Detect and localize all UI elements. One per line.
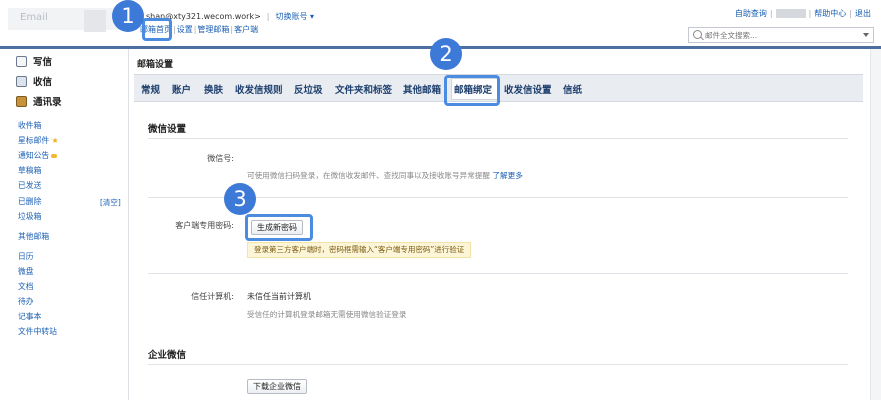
client-link[interactable]: 客户端	[234, 25, 258, 34]
clear-deleted-link[interactable]: [清空]	[100, 197, 121, 208]
tab-general[interactable]: 常规	[141, 82, 160, 96]
user-name-redacted	[775, 9, 806, 18]
tab-send-receive-settings[interactable]: 收发信设置	[504, 82, 552, 96]
trusted-computer-description: 受信任的计算机登录邮箱无需使用微信验证登录	[247, 310, 407, 319]
wechat-section-title: 微信设置	[148, 124, 187, 135]
logo-text: Email	[20, 12, 48, 23]
scrollbar[interactable]	[870, 49, 881, 400]
folder-sent[interactable]: 已发送	[18, 180, 41, 191]
avatar	[84, 10, 106, 32]
row-divider	[148, 273, 848, 274]
folder-drafts[interactable]: 草稿箱	[18, 165, 41, 176]
folder-deleted[interactable]: 已删除	[18, 196, 41, 207]
folder-inbox[interactable]: 收件箱	[18, 120, 41, 131]
contacts-icon	[16, 96, 27, 107]
nav-inbox[interactable]: 收信	[16, 74, 52, 88]
learn-more-link[interactable]: 了解更多	[492, 171, 522, 180]
folder-spam[interactable]: 垃圾箱	[18, 211, 41, 222]
client-password-notice: 登录第三方客户端时，密码框需输入“客户端专用密码”进行验证	[247, 242, 472, 258]
settings-link-highlight	[142, 18, 172, 41]
search-input[interactable]	[705, 29, 855, 41]
help-center-link[interactable]: 帮助中心	[814, 9, 846, 18]
folder-starred[interactable]: 星标邮件 ★	[18, 135, 59, 146]
generate-button-highlight	[245, 214, 313, 241]
app-calendar[interactable]: 日历	[18, 251, 34, 262]
step-1-badge: 1	[112, 0, 144, 32]
wework-section-title: 企业微信	[148, 350, 187, 361]
self-service-link[interactable]: 自助查询	[735, 9, 767, 18]
tab-skin[interactable]: 换肤	[204, 82, 223, 96]
tab-stationery[interactable]: 信纸	[563, 82, 582, 96]
search-dropdown-icon[interactable]	[863, 33, 869, 37]
app-todo[interactable]: 待办	[18, 296, 34, 307]
trusted-computer-label: 信任计算机:	[191, 292, 234, 301]
step-3-badge: 3	[224, 183, 256, 215]
folder-other-mailboxes[interactable]: 其他邮箱	[18, 231, 49, 242]
settings-link[interactable]: 设置	[177, 25, 193, 34]
section-divider	[148, 364, 848, 365]
wechat-label: 微信号:	[207, 154, 234, 163]
section-divider	[148, 138, 848, 139]
search-icon	[693, 30, 702, 39]
app-file-transfer[interactable]: 文件中转站	[18, 326, 57, 337]
trusted-computer-status: 未信任当前计算机	[247, 292, 311, 301]
top-right-links: 自助查询 | | 帮助中心 | 退出	[734, 9, 871, 18]
client-password-label: 客户端专用密码:	[175, 221, 234, 230]
page-title: 邮箱设置	[137, 60, 174, 70]
tab-account[interactable]: 账户	[172, 82, 191, 96]
tab-mail-rules[interactable]: 收发信规则	[235, 82, 283, 96]
binding-tab-highlight	[444, 75, 500, 106]
switch-account-link[interactable]: 切换账号 ▾	[276, 12, 315, 21]
compose-icon	[16, 56, 27, 67]
tab-folders-labels[interactable]: 文件夹和标签	[335, 82, 392, 96]
inbox-icon	[16, 76, 27, 87]
star-icon: ★	[51, 136, 59, 145]
sidebar: 写信 收信 通讯录 收件箱 星标邮件 ★ 通知公告 草稿箱 已发送 已删除 [清…	[0, 49, 129, 400]
search-box[interactable]	[688, 27, 874, 43]
app-docs[interactable]: 文档	[18, 281, 34, 292]
app-notes[interactable]: 记事本	[18, 311, 41, 322]
tab-other-mailboxes[interactable]: 其他邮箱	[403, 82, 441, 96]
nav-contacts[interactable]: 通讯录	[16, 94, 62, 108]
manage-mail-link[interactable]: 管理邮箱	[197, 25, 229, 34]
app-drive[interactable]: 微盘	[18, 266, 34, 277]
main-panel: 邮箱设置 常规 账户 换肤 收发信规则 反垃圾 文件夹和标签 其他邮箱 邮箱绑定…	[130, 49, 881, 400]
nav-compose[interactable]: 写信	[16, 54, 52, 68]
step-2-badge: 2	[430, 38, 462, 70]
download-wework-button[interactable]: 下载企业微信	[247, 379, 307, 394]
notice-tag-icon	[51, 154, 58, 158]
tab-anti-spam[interactable]: 反垃圾	[294, 82, 323, 96]
folder-notices[interactable]: 通知公告	[18, 150, 58, 161]
wechat-description: 可使用微信扫码登录，在微信收发邮件、查找同事以及接收账号异常提醒 了解更多	[247, 171, 523, 180]
logout-link[interactable]: 退出	[855, 9, 871, 18]
